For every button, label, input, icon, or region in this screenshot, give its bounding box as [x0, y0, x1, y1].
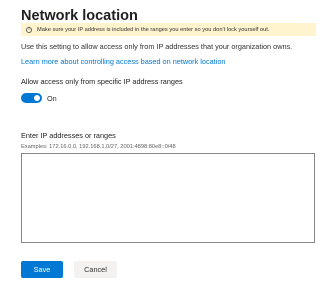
- toggle-label: Allow access only from specific IP addre…: [21, 77, 183, 86]
- toggle-knob: [34, 95, 40, 101]
- description-text: Use this setting to allow access only fr…: [21, 42, 293, 51]
- ip-ranges-examples: Examples: 172.16.0.0, 192.168.1.0/27, 20…: [21, 144, 176, 150]
- learn-more-link[interactable]: Learn more about controlling access base…: [21, 57, 225, 66]
- warning-text: Make sure your IP address is included in…: [37, 26, 270, 33]
- ip-ranges-input[interactable]: [21, 153, 315, 243]
- ip-restriction-toggle[interactable]: [21, 93, 42, 103]
- toggle-state-text: On: [47, 94, 57, 103]
- ip-ranges-label: Enter IP addresses or ranges: [21, 131, 116, 140]
- page-title: Network location: [21, 8, 138, 24]
- save-button[interactable]: Save: [21, 261, 63, 278]
- cancel-button[interactable]: Cancel: [74, 261, 117, 278]
- network-location-panel: Network location i Make sure your IP add…: [0, 0, 336, 293]
- warning-banner: i Make sure your IP address is included …: [21, 23, 316, 36]
- info-icon: i: [26, 26, 32, 33]
